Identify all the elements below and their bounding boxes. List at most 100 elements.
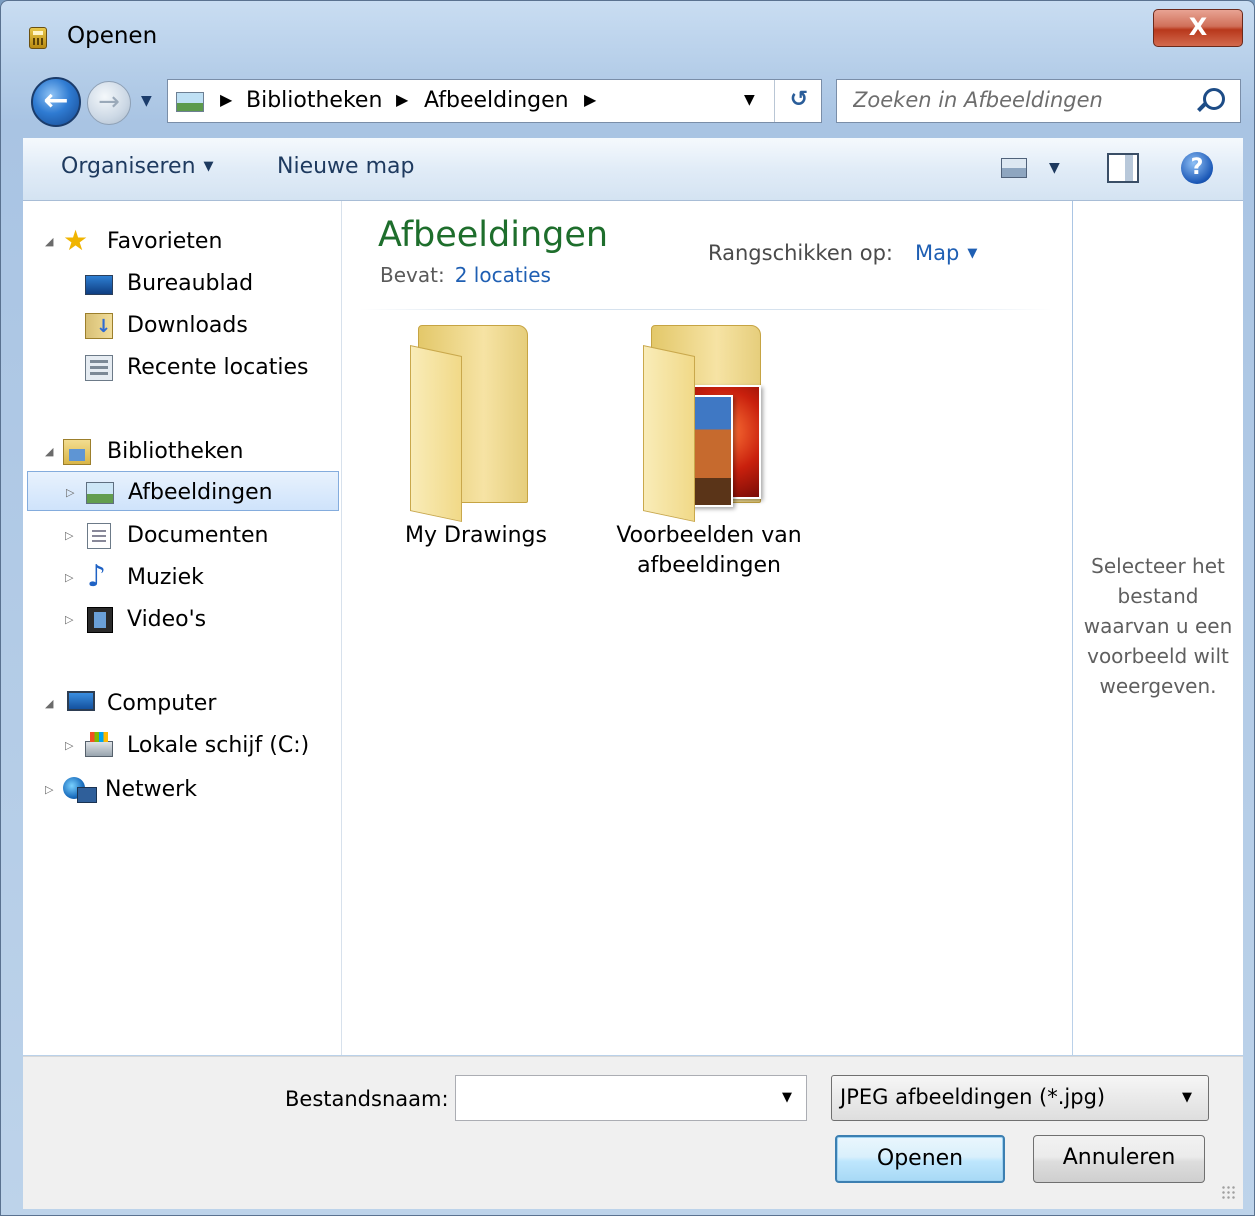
sidebar-item-label: Bureaublad — [127, 271, 254, 296]
arrange-label: Rangschikken op: — [708, 241, 894, 265]
view-options-dropdown-icon[interactable]: ▼ — [1049, 160, 1060, 176]
star-icon: ★ — [63, 224, 89, 257]
local-disk-icon — [85, 732, 113, 757]
arrange-by-dropdown[interactable]: Map — [915, 241, 959, 265]
network-icon — [63, 777, 97, 803]
pictures-library-icon — [176, 92, 204, 112]
collapse-arrow-icon[interactable]: ◢ — [45, 445, 53, 458]
new-folder-button[interactable]: Nieuwe map — [277, 154, 414, 179]
computer-icon — [67, 691, 95, 711]
sidebar-item-pictures[interactable]: ▷ Afbeeldingen — [27, 471, 339, 511]
address-dropdown-icon[interactable]: ▼ — [744, 92, 755, 108]
sidebar-item-music[interactable]: ▷ ♪ Muziek — [23, 557, 341, 597]
sidebar-item-libraries[interactable]: ◢ Bibliotheken — [23, 431, 341, 471]
back-button[interactable]: ← — [31, 77, 81, 127]
desktop-icon — [85, 275, 113, 295]
breadcrumb-bibliotheken[interactable]: Bibliotheken — [246, 88, 382, 113]
expand-arrow-icon[interactable]: ▷ — [65, 571, 73, 584]
filename-input[interactable] — [462, 1084, 766, 1110]
expand-arrow-icon[interactable]: ▷ — [65, 529, 73, 542]
recent-pages-dropdown[interactable]: ▼ — [141, 93, 152, 109]
music-note-icon: ♪ — [87, 559, 107, 594]
search-icon[interactable] — [1203, 88, 1225, 110]
organize-button[interactable]: Organiseren ▼ — [61, 154, 214, 179]
expand-arrow-icon[interactable]: ▷ — [45, 783, 53, 796]
sidebar-item-label: Video's — [127, 607, 207, 632]
preview-pane-toggle-icon[interactable] — [1107, 153, 1139, 183]
filename-label: Bestandsnaam: — [285, 1087, 449, 1111]
address-bar[interactable]: ▶ Bibliotheken ▶ Afbeeldingen ▶ ▼ ↺ — [167, 79, 822, 123]
navigation-pane: ◢ ★ Favorieten Bureaublad Downloads Rece… — [23, 201, 342, 1055]
close-button[interactable]: X — [1153, 9, 1243, 47]
sidebar-item-label: Computer — [107, 691, 217, 716]
sidebar-item-label: Bibliotheken — [107, 439, 244, 464]
library-locations: Bevat: 2 locaties — [380, 263, 551, 287]
preview-pane: Selecteer het bestand waarvan u een voor… — [1073, 201, 1243, 1055]
sidebar-item-desktop[interactable]: Bureaublad — [23, 263, 341, 303]
sidebar-item-computer[interactable]: ◢ Computer — [23, 683, 341, 723]
film-strip-icon — [87, 607, 113, 633]
divider — [360, 309, 1052, 310]
sidebar-item-local-disk[interactable]: ▷ Lokale schijf (C:) — [23, 725, 341, 765]
sidebar-item-label: Muziek — [127, 565, 204, 590]
recent-places-icon — [85, 355, 113, 381]
breadcrumb-separator-icon[interactable]: ▶ — [220, 90, 232, 109]
sidebar-item-label: Lokale schijf (C:) — [127, 733, 310, 758]
search-input[interactable] — [851, 87, 1185, 113]
downloads-folder-icon — [85, 313, 113, 339]
folder-item[interactable]: Voorbeelden van afbeeldingen — [599, 325, 819, 595]
title-bar[interactable]: Openen X — [1, 1, 1254, 71]
chevron-down-icon[interactable]: ▼ — [967, 246, 977, 261]
sidebar-item-favorites[interactable]: ◢ ★ Favorieten — [23, 221, 341, 261]
sidebar-item-label: Netwerk — [105, 777, 197, 802]
open-dialog: Openen X ← → ▼ ▶ Bibliotheken ▶ Afbeeldi… — [0, 0, 1255, 1216]
file-type-select[interactable]: JPEG afbeeldingen (*.jpg) ▼ — [831, 1075, 1209, 1121]
picture-folder-icon — [643, 325, 773, 523]
collapse-arrow-icon[interactable]: ◢ — [45, 235, 53, 248]
change-view-icon[interactable] — [1001, 158, 1027, 178]
sidebar-item-documents[interactable]: ▷ Documenten — [23, 515, 341, 555]
folder-name: My Drawings — [405, 523, 547, 548]
expand-arrow-icon[interactable]: ▷ — [65, 739, 73, 752]
collapse-arrow-icon[interactable]: ◢ — [45, 697, 53, 710]
filename-combobox[interactable]: ▼ — [455, 1075, 807, 1121]
file-type-value: JPEG afbeeldingen (*.jpg) — [840, 1085, 1106, 1109]
chevron-down-icon: ▼ — [203, 159, 214, 174]
documents-icon — [87, 523, 111, 549]
sidebar-item-label: Downloads — [127, 313, 248, 338]
folder-item[interactable]: My Drawings — [366, 325, 586, 595]
back-arrow-icon: ← — [43, 83, 69, 118]
help-icon[interactable]: ? — [1181, 152, 1213, 184]
refresh-icon: ↺ — [789, 87, 809, 112]
sidebar-item-videos[interactable]: ▷ Video's — [23, 599, 341, 639]
expand-arrow-icon[interactable]: ▷ — [66, 486, 74, 499]
dialog-footer: Bestandsnaam: ▼ JPEG afbeeldingen (*.jpg… — [23, 1056, 1243, 1209]
sidebar-item-label: Afbeeldingen — [128, 480, 273, 505]
file-list-pane: Afbeeldingen Bevat: 2 locaties Rangschikk… — [342, 201, 1072, 1055]
breadcrumb-separator-icon[interactable]: ▶ — [396, 90, 408, 109]
breadcrumb-afbeeldingen[interactable]: Afbeeldingen — [424, 88, 569, 113]
chevron-down-icon: ▼ — [1182, 1090, 1192, 1105]
chevron-down-icon[interactable]: ▼ — [782, 1090, 792, 1105]
search-box[interactable] — [836, 79, 1241, 123]
arrange-by: Rangschikken op: Map ▼ — [708, 241, 977, 265]
breadcrumb-separator-icon[interactable]: ▶ — [584, 90, 596, 109]
preview-placeholder-text: Selecteer het bestand waarvan u een voor… — [1083, 554, 1233, 698]
cancel-button[interactable]: Annuleren — [1033, 1135, 1205, 1183]
folder-name: Voorbeelden van afbeeldingen — [616, 523, 802, 578]
expand-arrow-icon[interactable]: ▷ — [65, 613, 73, 626]
open-button[interactable]: Openen — [835, 1135, 1005, 1183]
folder-icon — [410, 325, 540, 523]
sidebar-item-downloads[interactable]: Downloads — [23, 305, 341, 345]
resize-grip-icon[interactable] — [1221, 1185, 1237, 1201]
sidebar-item-label: Recente locaties — [127, 355, 309, 380]
sidebar-item-recent-places[interactable]: Recente locaties — [23, 347, 341, 387]
sidebar-item-label: Favorieten — [107, 229, 223, 254]
refresh-button[interactable]: ↺ — [774, 80, 823, 122]
calculator-icon — [29, 27, 47, 49]
sidebar-item-network[interactable]: ▷ Netwerk — [23, 769, 341, 809]
organize-label: Organiseren — [61, 154, 196, 179]
libraries-icon — [63, 439, 91, 465]
locations-link[interactable]: 2 locaties — [455, 263, 551, 287]
forward-button[interactable]: → — [87, 81, 131, 125]
